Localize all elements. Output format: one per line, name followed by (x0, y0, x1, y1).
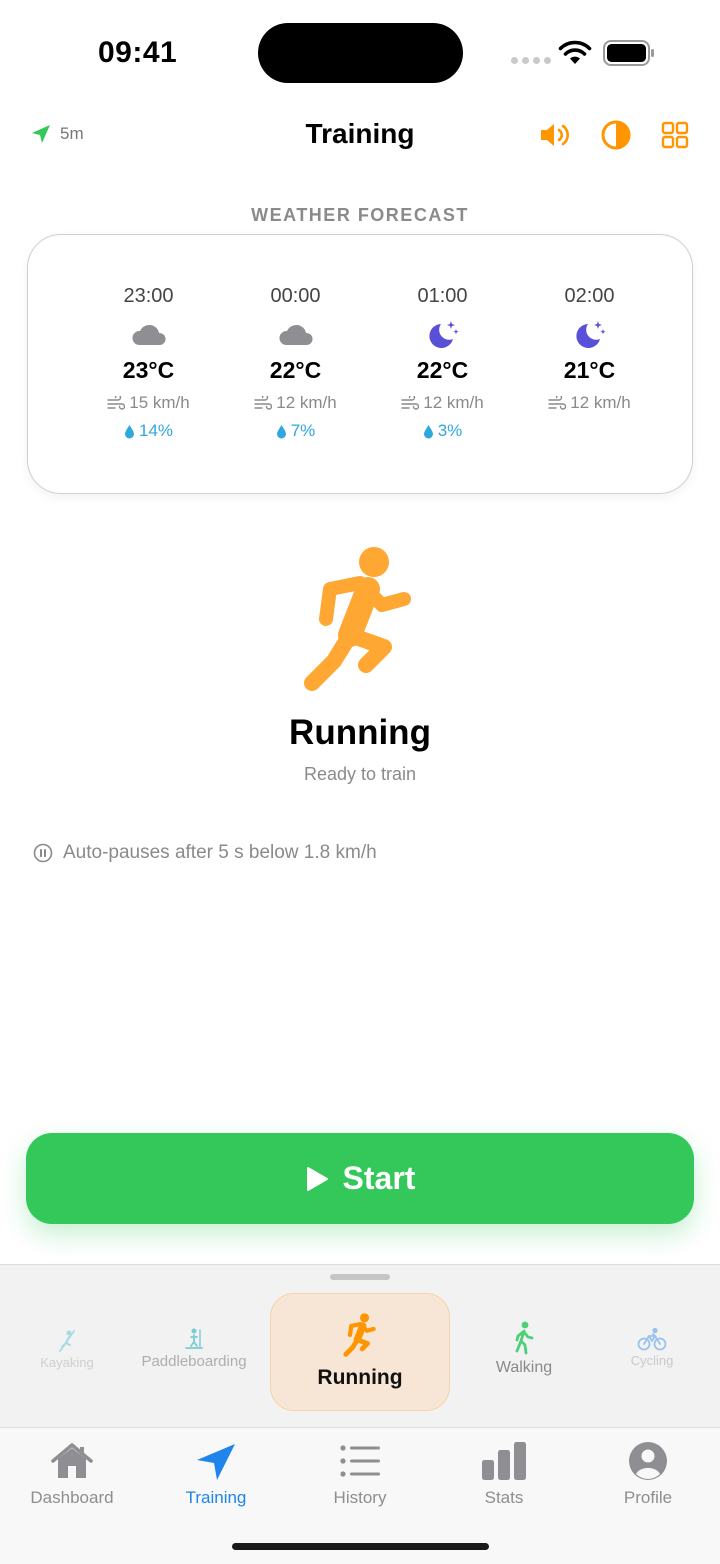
activity-label: Kayaking (40, 1355, 94, 1370)
theme-toggle-button[interactable] (598, 117, 634, 153)
status-bar: 09:41 (0, 0, 720, 100)
forecast-rain: 3% (423, 419, 463, 443)
house-icon (51, 1443, 93, 1478)
forecast-wind-value: 15 km/h (129, 393, 190, 412)
raindrop-icon (124, 424, 134, 438)
forecast-wind-value: 12 km/h (423, 393, 484, 412)
activity-subtitle: Ready to train (303, 764, 417, 784)
wind-icon (548, 396, 567, 410)
tab-training[interactable]: Training (144, 1428, 288, 1528)
forecast-wind: 15 km/h (107, 391, 190, 415)
forecast-hour: 23:00 (123, 285, 174, 307)
weather-forecast-card: 23:00 23°C 15 km/h 14% 00:00 22°C 12 km/ (27, 234, 693, 494)
forecast-row: 23:00 23°C 15 km/h 14% 00:00 22°C 12 km/ (75, 285, 663, 443)
forecast-rain-value: 3% (437, 421, 463, 440)
forecast-wind-value: 12 km/h (570, 393, 631, 412)
location-arrow-icon (197, 1444, 235, 1480)
grid-icon (661, 121, 689, 149)
activity-label: Running (317, 1366, 403, 1389)
nav-header: 5m Training (0, 105, 720, 165)
forecast-wind: 12 km/h (401, 391, 484, 415)
wind-icon (401, 396, 420, 410)
activity-option-paddleboarding[interactable]: Paddleboarding (128, 1327, 260, 1370)
activity-label: Walking (495, 1359, 553, 1376)
raindrop-icon (423, 424, 433, 438)
wind-icon (107, 396, 126, 410)
wind-icon (254, 396, 273, 410)
cycling-icon (637, 1327, 667, 1351)
forecast-temp: 22°C (416, 357, 469, 383)
tab-label: Dashboard (30, 1488, 114, 1507)
forecast-wind-value: 12 km/h (276, 393, 337, 412)
walking-icon (515, 1321, 534, 1355)
forecast-rain-value: 14% (138, 421, 174, 440)
status-time: 09:41 (98, 36, 178, 69)
layout-grid-button[interactable] (657, 117, 693, 153)
moon-stars-icon (428, 321, 459, 348)
pause-circle-icon (33, 843, 53, 863)
forecast-rain-value: 7% (290, 421, 316, 440)
activity-option-kayaking[interactable]: Kayaking (20, 1329, 114, 1370)
forecast-temp: 22°C (269, 357, 322, 383)
start-button[interactable]: Start (26, 1133, 694, 1224)
moon-stars-icon (575, 321, 606, 348)
bar-chart-icon (482, 1442, 526, 1480)
tab-profile[interactable]: Profile (576, 1428, 720, 1528)
play-icon (306, 1166, 328, 1191)
forecast-wind: 12 km/h (548, 391, 631, 415)
auto-pause-text: Auto-pauses after 5 s below 1.8 km/h (63, 842, 377, 863)
running-icon (343, 1313, 376, 1357)
list-icon (340, 1445, 380, 1477)
activity-option-walking[interactable]: Walking (474, 1321, 574, 1377)
drag-handle[interactable] (330, 1274, 390, 1280)
home-indicator (232, 1543, 489, 1550)
cellular-signal-icon (511, 57, 551, 64)
paddleboard-icon (185, 1328, 203, 1349)
person-icon (629, 1442, 667, 1480)
cloud-icon (131, 324, 166, 345)
auto-pause-note: Auto-pauses after 5 s below 1.8 km/h (33, 842, 377, 864)
sound-button[interactable] (536, 117, 572, 153)
kayak-icon (59, 1330, 75, 1352)
wifi-icon (558, 40, 592, 64)
forecast-item: 00:00 22°C 12 km/h 7% (222, 285, 369, 443)
speaker-icon (541, 124, 569, 146)
battery-icon (603, 40, 654, 66)
activity-option-running[interactable]: Running (270, 1293, 450, 1411)
forecast-item: 01:00 22°C 12 km/h 3% (369, 285, 516, 443)
forecast-rain: 14% (124, 419, 173, 443)
forecast-temp: 23°C (122, 357, 175, 383)
activity-title: Running (289, 713, 431, 752)
tab-label: Stats (484, 1488, 524, 1507)
forecast-temp: 21°C (563, 357, 616, 383)
tab-history[interactable]: History (288, 1428, 432, 1528)
running-figure-icon (304, 547, 411, 691)
forecast-item: 02:00 21°C 12 km/h (516, 285, 663, 443)
activity-label: Cycling (630, 1353, 674, 1368)
activity-option-cycling[interactable]: Cycling (602, 1327, 702, 1368)
tab-label: History (333, 1488, 387, 1507)
cloud-icon (278, 324, 313, 345)
contrast-icon (601, 120, 631, 150)
dynamic-island (258, 23, 463, 83)
tab-label: Training (185, 1488, 247, 1507)
start-button-label: Start (342, 1160, 416, 1196)
tab-label: Profile (623, 1488, 673, 1507)
activity-picker: Kayaking Paddleboarding Running Walking … (0, 1264, 720, 1427)
tab-stats[interactable]: Stats (432, 1428, 576, 1528)
activity-label: Paddleboarding (141, 1353, 247, 1370)
raindrop-icon (276, 424, 286, 438)
forecast-rain: 7% (276, 419, 316, 443)
forecast-item: 23:00 23°C 15 km/h 14% (75, 285, 222, 443)
tab-dashboard[interactable]: Dashboard (0, 1428, 144, 1528)
forecast-hour: 01:00 (417, 285, 468, 307)
forecast-hour: 00:00 (270, 285, 321, 307)
forecast-hour: 02:00 (564, 285, 615, 307)
weather-section-label: WEATHER FORECAST (251, 205, 469, 225)
forecast-wind: 12 km/h (254, 391, 337, 415)
